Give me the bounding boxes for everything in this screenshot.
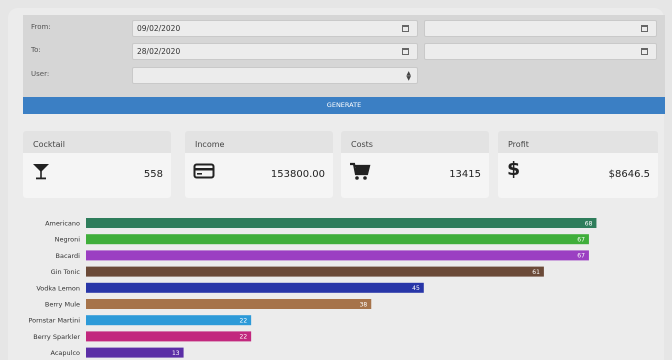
bar-value-label: 22: [240, 334, 248, 341]
bar-value-label: 45: [412, 285, 420, 292]
cocktail-sales-chart: Americano 68 Negroni 67 Bacardi 67 Gin Tonic 61…: [8, 213, 664, 360]
category-label: Acapulco: [51, 349, 81, 357]
to-row: To: 28/02/2020: [23, 41, 665, 63]
select-caret-icon: ▲ ▼: [406, 70, 411, 82]
bar-value-label: 22: [240, 318, 248, 325]
dollar-sign-icon: $: [507, 158, 521, 180]
card-body: 558: [23, 153, 171, 198]
cocktail-glass-icon: [31, 161, 51, 185]
card-body: 13415: [341, 153, 489, 198]
bar[interactable]: [86, 234, 589, 245]
bar-value-label: 38: [360, 301, 368, 308]
category-label: Berry Mule: [45, 301, 80, 309]
card-title: Costs: [351, 140, 373, 149]
generate-button[interactable]: GENERATE: [23, 97, 665, 114]
card-value: $8646.5: [608, 169, 650, 180]
from-time-input[interactable]: [424, 20, 657, 37]
from-label: From:: [31, 23, 51, 31]
category-label: Gin Tonic: [51, 268, 81, 276]
category-label: Negroni: [55, 236, 81, 244]
report-page: From: 09/02/2020 To: 28/02/2020 User: ▲ …: [8, 8, 665, 360]
bar-value-label: 67: [577, 253, 585, 260]
shopping-cart-icon: [349, 161, 371, 185]
bar[interactable]: [86, 250, 589, 261]
bar[interactable]: [86, 282, 424, 293]
from-date-input[interactable]: 09/02/2020: [132, 20, 418, 37]
calendar-icon[interactable]: [641, 25, 648, 32]
from-row: From: 09/02/2020: [23, 18, 665, 40]
user-select[interactable]: ▲ ▼: [132, 67, 418, 84]
profit-card: Profit $ $8646.5: [498, 131, 658, 198]
bar-value-label: 67: [577, 237, 585, 244]
cocktail-card: Cocktail 558: [23, 131, 171, 198]
card-body: $ $8646.5: [498, 153, 658, 198]
category-label: Americano: [45, 220, 80, 228]
filter-panel: From: 09/02/2020 To: 28/02/2020 User: ▲ …: [23, 15, 665, 101]
bar-value-label: 13: [172, 350, 180, 357]
category-label: Pornstar Martini: [28, 317, 80, 325]
to-time-input[interactable]: [424, 43, 657, 60]
to-date-value: 28/02/2020: [137, 47, 181, 56]
bar-chart-svg: Americano 68 Negroni 67 Bacardi 67 Gin Tonic 61…: [28, 218, 597, 358]
card-value: 13415: [449, 169, 481, 180]
card-title: Cocktail: [33, 140, 65, 149]
calendar-icon[interactable]: [641, 48, 648, 55]
to-label: To:: [31, 46, 41, 54]
card-value: 153800.00: [270, 169, 325, 180]
card-title: Income: [195, 140, 225, 149]
from-date-value: 09/02/2020: [137, 24, 181, 33]
card-title: Profit: [508, 140, 529, 149]
bar-value-label: 68: [585, 220, 593, 227]
bar[interactable]: [86, 266, 544, 277]
bar[interactable]: [86, 347, 184, 358]
category-label: Vodka Lemon: [36, 284, 80, 292]
bar-value-label: 61: [532, 269, 540, 276]
calendar-icon[interactable]: [402, 48, 409, 55]
costs-card: Costs 13415: [341, 131, 489, 198]
category-label: Berry Sparkler: [33, 333, 80, 341]
card-value: 558: [143, 169, 163, 180]
credit-card-icon: [193, 161, 215, 185]
bar[interactable]: [86, 299, 372, 309]
to-date-input[interactable]: 28/02/2020: [132, 43, 418, 60]
bar[interactable]: [86, 331, 252, 342]
card-body: 153800.00: [185, 153, 333, 198]
bar[interactable]: [86, 315, 252, 326]
category-label: Bacardi: [56, 252, 81, 260]
income-card: Income 153800.00: [185, 131, 333, 198]
user-label: User:: [31, 70, 50, 78]
calendar-icon[interactable]: [402, 25, 409, 32]
bar[interactable]: [86, 218, 597, 228]
user-row: User: ▲ ▼: [23, 65, 665, 87]
